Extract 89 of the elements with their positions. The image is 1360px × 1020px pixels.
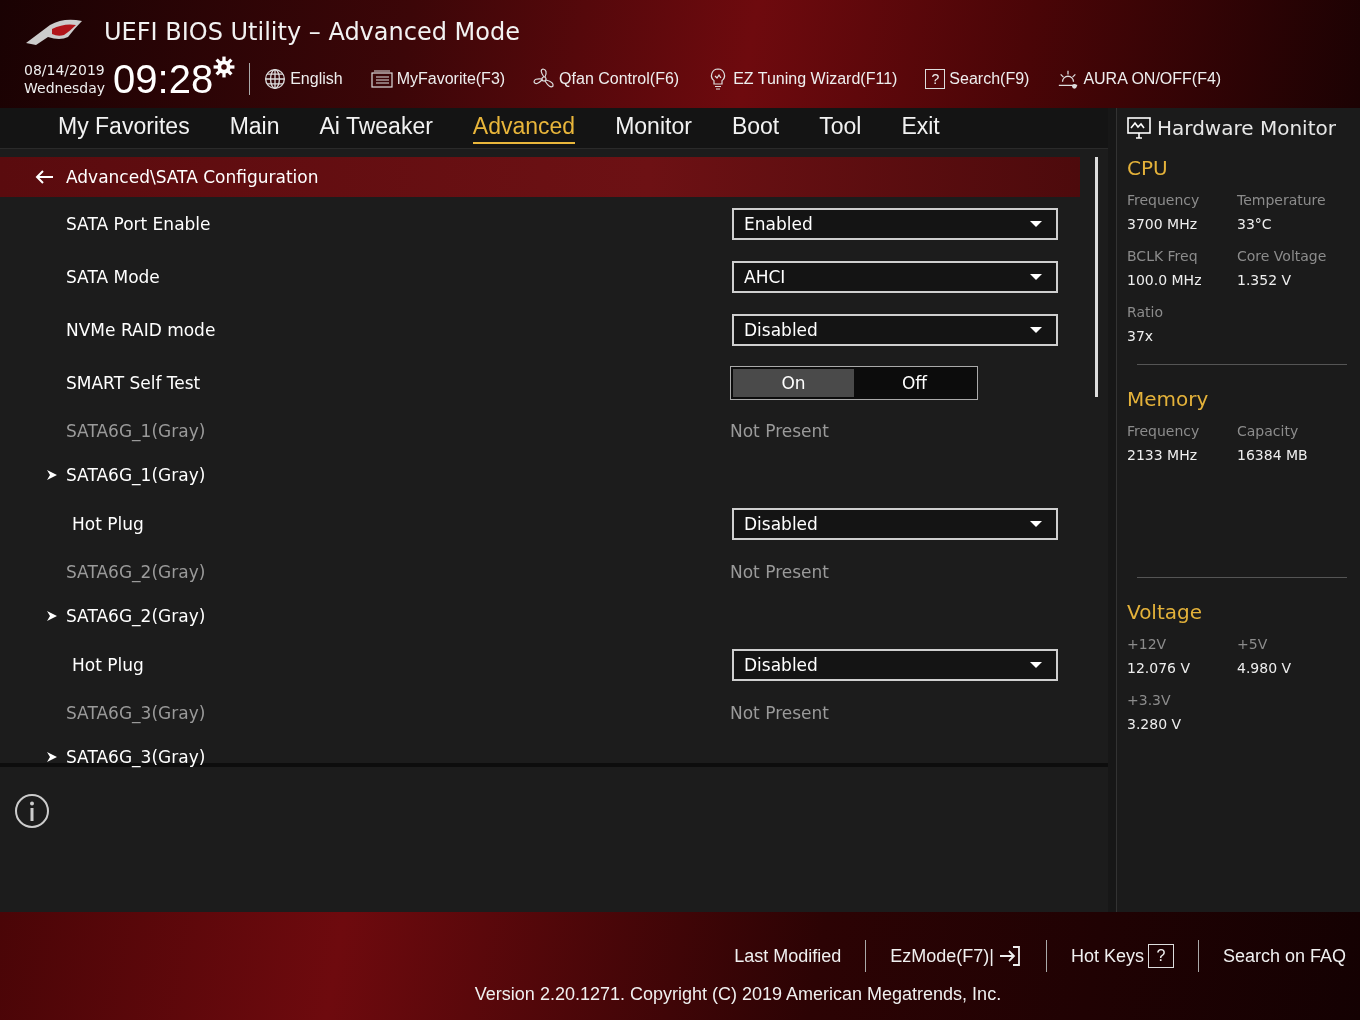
expand-arrow-icon <box>46 470 58 480</box>
toggle-option[interactable]: Off <box>854 368 975 397</box>
stat-value: 16384 MB <box>1237 447 1309 463</box>
menu-tab[interactable]: Main <box>229 112 280 144</box>
stat-label: BCLK Freq <box>1127 248 1199 264</box>
stat-label: +5V <box>1237 636 1269 652</box>
submenu-item[interactable]: SATA6G_1(Gray) <box>66 465 206 485</box>
back-arrow-icon[interactable] <box>34 169 54 185</box>
stat-label: Ratio <box>1127 304 1164 320</box>
menu-tab[interactable]: Advanced <box>472 112 576 144</box>
breadcrumb-path: Advanced\SATA Configuration <box>66 167 319 187</box>
dropdown[interactable]: AHCI <box>732 260 1058 293</box>
section-title: Memory <box>1127 387 1210 411</box>
globe-icon <box>264 68 287 90</box>
clock-time: 09:28 <box>113 56 214 102</box>
caret-icon <box>1030 520 1042 527</box>
list-icon <box>370 68 393 90</box>
setting-label: NVMe RAID mode <box>66 319 216 340</box>
fan-icon <box>533 68 556 90</box>
expand-arrow-icon <box>46 752 58 762</box>
setting-label: Hot Plug <box>72 513 144 534</box>
expand-arrow-icon <box>46 611 58 621</box>
footer-link[interactable]: Search on FAQ <box>1222 945 1346 967</box>
stat-label: Temperature <box>1237 192 1327 208</box>
dropdown[interactable]: Enabled <box>732 207 1058 240</box>
menu-tab[interactable]: Monitor <box>615 112 692 144</box>
help-icon: ? <box>925 69 946 89</box>
setting-label: SATA6G_2(Gray) <box>66 562 206 582</box>
menu-tab[interactable]: Boot <box>731 112 780 144</box>
menu-tab[interactable]: Exit <box>901 112 940 144</box>
settings-icon[interactable] <box>213 56 236 78</box>
stat-value: 4.980 V <box>1237 660 1293 676</box>
light-icon <box>1057 68 1080 90</box>
footer-link[interactable]: EzMode(F7)| <box>890 945 1022 967</box>
setting-label: Hot Plug <box>72 654 144 675</box>
status-value: Not Present <box>730 703 829 723</box>
caret-icon <box>1030 326 1042 333</box>
toolbar-button[interactable]: ? Search(F9) <box>925 69 1030 89</box>
dropdown[interactable]: Disabled <box>732 507 1058 540</box>
setting-label: SATA6G_3(Gray) <box>66 703 206 723</box>
submenu-item[interactable]: SATA6G_2(Gray) <box>66 606 206 626</box>
stat-label: +12V <box>1127 636 1168 652</box>
stat-value: 3700 MHz <box>1127 216 1199 232</box>
stat-value: 33°C <box>1237 216 1273 232</box>
caret-icon <box>1030 273 1042 280</box>
stat-value: 100.0 MHz <box>1127 272 1203 288</box>
exit-arrow-icon <box>997 945 1022 967</box>
menu-tab[interactable]: Tool <box>819 112 862 144</box>
panel-title: Hardware Monitor <box>1157 116 1336 140</box>
footer-link[interactable]: Last Modified <box>734 945 842 967</box>
footer-link[interactable]: Hot Keys ? <box>1070 944 1174 968</box>
toolbar-button[interactable]: MyFavorite(F3) <box>370 68 506 90</box>
stat-value: 1.352 V <box>1237 272 1293 288</box>
help-icon: ? <box>1147 944 1174 968</box>
toolbar-button[interactable]: AURA ON/OFF(F4) <box>1057 68 1222 90</box>
toolbar-button[interactable]: EZ Tuning Wizard(F11) <box>707 68 898 90</box>
stat-label: Capacity <box>1237 423 1300 439</box>
caret-icon <box>1030 661 1042 668</box>
setting-label: SATA Mode <box>66 266 160 287</box>
menu-tab[interactable]: Ai Tweaker <box>319 112 433 144</box>
toggle-option[interactable]: On <box>733 368 854 397</box>
window-title: UEFI BIOS Utility – Advanced Mode <box>104 18 520 46</box>
date-text: 08/14/2019 <box>24 61 106 79</box>
toolbar-button[interactable]: Qfan Control(F6) <box>533 68 680 90</box>
stat-value: 12.076 V <box>1127 660 1191 676</box>
setting-label: SATA6G_1(Gray) <box>66 421 206 441</box>
dropdown[interactable]: Disabled <box>732 313 1058 346</box>
stat-value: 3.280 V <box>1127 716 1183 732</box>
section-title: Voltage <box>1127 600 1204 624</box>
stat-label: +3.3V <box>1127 692 1172 708</box>
section-title: CPU <box>1127 156 1169 180</box>
setting-label: SMART Self Test <box>66 372 201 393</box>
info-icon <box>14 793 50 829</box>
dropdown[interactable]: Disabled <box>732 648 1058 681</box>
stat-label: Frequency <box>1127 423 1201 439</box>
toolbar-button[interactable]: English <box>264 68 343 90</box>
stat-label: Core Voltage <box>1237 248 1328 264</box>
status-value: Not Present <box>730 562 829 582</box>
setting-label: SATA Port Enable <box>66 213 211 234</box>
caret-icon <box>1030 220 1042 227</box>
status-value: Not Present <box>730 421 829 441</box>
submenu-item[interactable]: SATA6G_3(Gray) <box>66 747 206 767</box>
monitor-icon <box>1127 117 1151 139</box>
stat-label: Frequency <box>1127 192 1201 208</box>
menu-tab[interactable]: My Favorites <box>58 112 190 144</box>
stat-value: 2133 MHz <box>1127 447 1199 463</box>
stat-value: 37x <box>1127 328 1155 344</box>
day-text: Wednesday <box>24 79 106 97</box>
version-text: Version 2.20.1271. Copyright (C) 2019 American Megatrends, Inc. <box>474 984 1002 1005</box>
